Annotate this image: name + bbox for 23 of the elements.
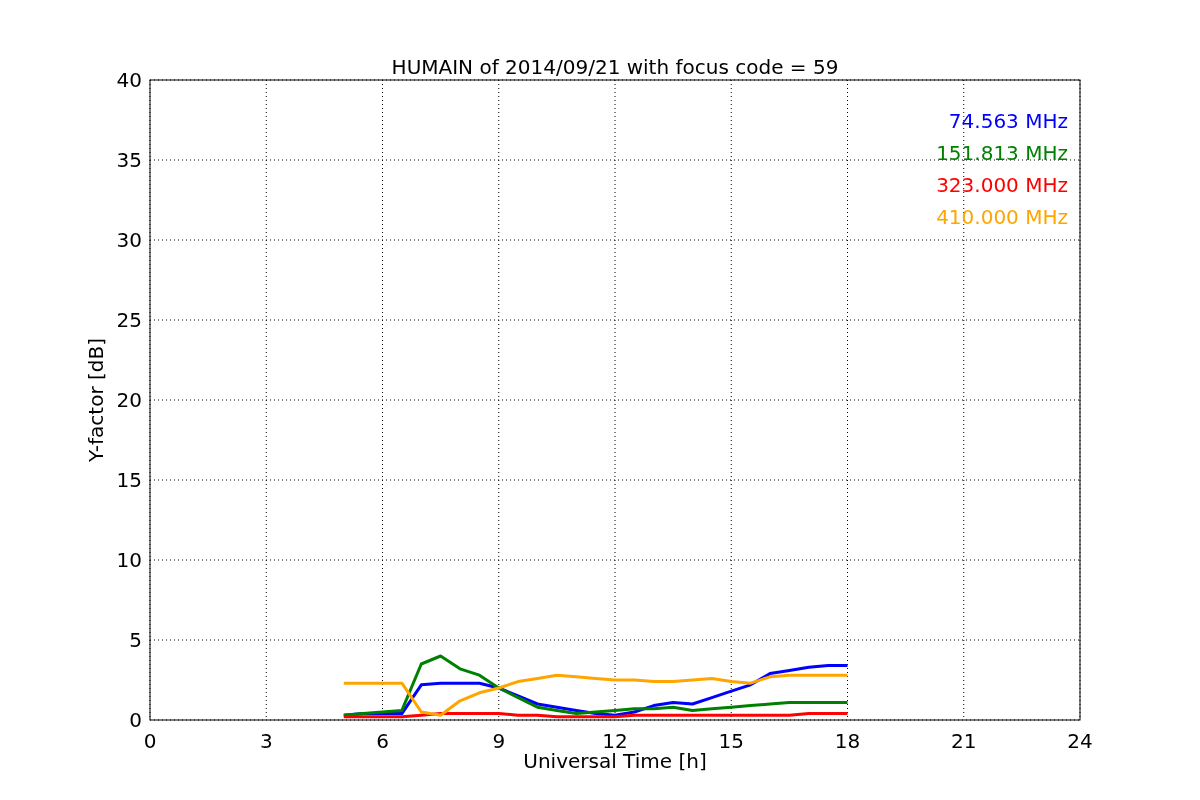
y-axis-label: Y-factor [dB]	[84, 338, 108, 462]
x-tick-label: 15	[718, 729, 744, 753]
chart-title: HUMAIN of 2014/09/21 with focus code = 59	[391, 55, 839, 79]
x-tick-label: 0	[143, 729, 157, 753]
x-tick-label: 18	[834, 729, 861, 753]
y-tick-label: 25	[116, 308, 142, 332]
y-tick-label: 20	[116, 388, 142, 412]
x-tick-label: 21	[951, 729, 977, 753]
x-tick-label: 9	[492, 729, 506, 753]
legend-entry: 410.000 MHz	[936, 205, 1068, 229]
x-tick-label: 3	[259, 729, 273, 753]
legend-entry: 323.000 MHz	[936, 173, 1068, 197]
x-tick-label: 24	[1067, 729, 1093, 753]
legend-entry: 151.813 MHz	[936, 141, 1068, 165]
y-tick-label: 5	[129, 628, 142, 652]
y-tick-label: 30	[116, 228, 142, 252]
y-tick-label: 35	[116, 148, 142, 172]
y-tick-label: 0	[129, 708, 142, 732]
y-tick-label: 15	[116, 468, 142, 492]
y-tick-label: 10	[116, 548, 142, 572]
y-tick-label: 40	[116, 68, 142, 92]
x-tick-label: 6	[376, 729, 389, 753]
legend-entry: 74.563 MHz	[948, 109, 1068, 133]
